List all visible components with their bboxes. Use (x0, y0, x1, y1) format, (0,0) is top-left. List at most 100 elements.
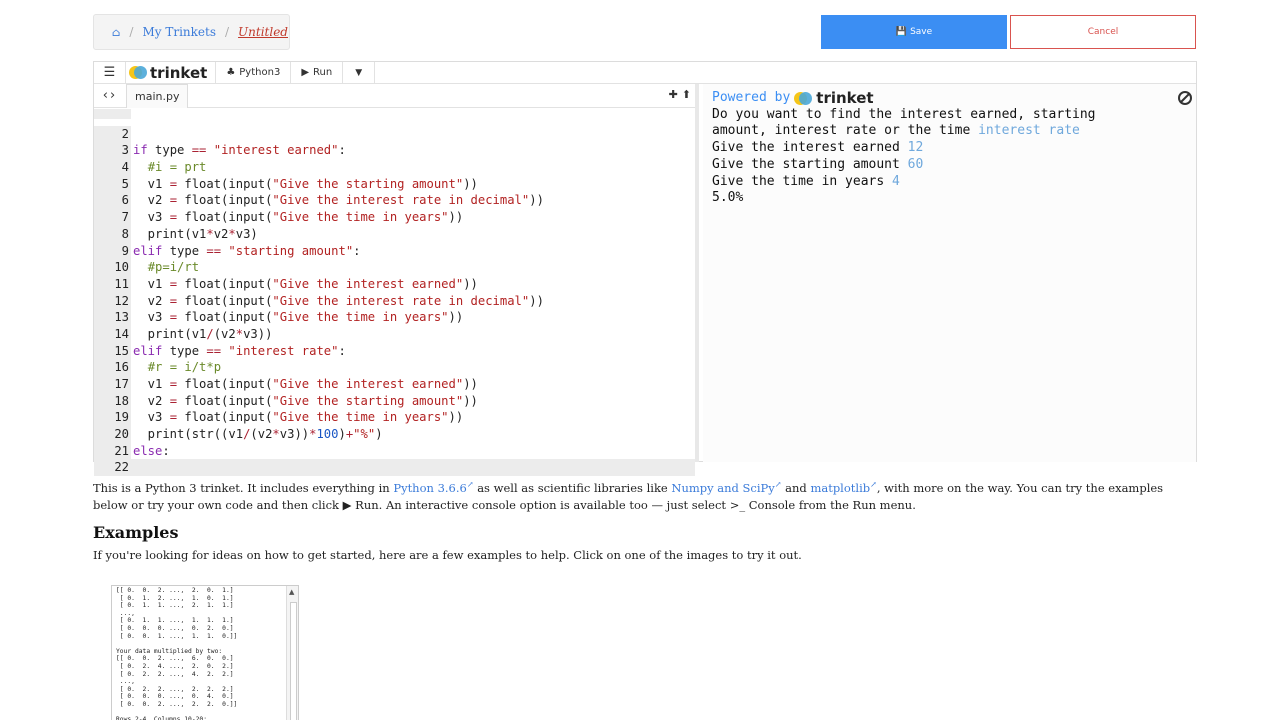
save-button[interactable]: 💾 Save (821, 15, 1007, 49)
matplotlib-link[interactable]: matplotlib (810, 481, 870, 495)
output-text: 5.0% (712, 190, 744, 206)
line-number: 21 (94, 442, 131, 460)
tab-main-py[interactable]: main.py (126, 84, 189, 108)
code-text: if type == "interest earned": (133, 143, 346, 158)
code-text: v1 = float(input("Give the interest earn… (133, 276, 478, 291)
line-number: 6 (94, 192, 131, 210)
output-line: Give the time in years 4 (712, 174, 1187, 191)
line-number: 20 (94, 426, 131, 443)
desc-text: . An interactive console option is avail… (378, 497, 730, 512)
home-icon[interactable]: ⌂ (112, 26, 120, 39)
user-input: 60 (907, 156, 924, 172)
code-line: 9 elif type == "starting amount": (94, 242, 695, 260)
code-line: 19 v3 = float(input("Give the time in ye… (94, 409, 695, 427)
line-number: 17 (94, 376, 131, 393)
output-text: Give the time in years (712, 173, 893, 189)
add-file-icon[interactable]: ✚ (669, 88, 678, 101)
numpy-scipy-link[interactable]: Numpy and SciPy (671, 481, 774, 495)
trinket-description: This is a Python 3 trinket. It includes … (93, 476, 1197, 514)
powered-by: Powered by trinket (712, 90, 1187, 107)
code-text: v3 = float(input("Give the time in years… (133, 210, 464, 225)
tab-nav-arrows-icon[interactable]: ‹› (94, 88, 126, 103)
python-version-link[interactable]: Python 3.6.6 (393, 481, 467, 495)
external-link-icon: ↗ (466, 480, 474, 489)
output-line: 5.0% (712, 190, 1187, 207)
line-number: 16 (94, 359, 131, 376)
trinket-toolbar: ☰ trinket ♣ Python3 ▶ Run ▼ (94, 61, 1196, 84)
code-text: elif type == "interest rate": (133, 343, 346, 358)
line-number: 19 (94, 409, 131, 427)
user-input: interest rate (978, 123, 1080, 139)
desc-text: and (781, 480, 811, 495)
code-area[interactable]: 2 3 if type == "interest earned": 4 #i = pr… (94, 109, 695, 477)
file-actions: ✚ ⬆ (669, 88, 691, 101)
output-text: Give the starting amount (712, 156, 908, 172)
output-text: Do you want to find the interest earned,… (712, 106, 1096, 122)
code-line: 18 v2 = float(input("Give the starting a… (94, 392, 695, 410)
hamburger-icon[interactable]: ☰ (94, 61, 126, 84)
desc-text: This is a Python 3 trinket. It includes … (93, 480, 394, 495)
run-label: Run (313, 67, 333, 78)
code-line: 5 v1 = float(input("Give the starting am… (94, 175, 695, 193)
line-number: 4 (94, 159, 131, 176)
code-text: #i = prt (147, 160, 207, 175)
code-text: print(v1*v2*v3) (133, 226, 258, 241)
language-selector[interactable]: ♣ Python3 (216, 61, 292, 84)
examples-help: If you're looking for ideas on how to ge… (93, 548, 802, 562)
external-link-icon: ↗ (870, 480, 877, 489)
code-line: 20 print(str((v1/(v2*v3))*100)+"%") (94, 426, 695, 443)
code-editor-pane: ‹› main.py ✚ ⬆ 2 3 if type == "interest ea… (94, 84, 699, 477)
line-number: 15 (94, 342, 131, 360)
run-menu-dropdown[interactable]: ▼ (343, 61, 376, 84)
line-number: 7 (94, 209, 131, 226)
cancel-button[interactable]: Cancel (1010, 15, 1196, 49)
output-console[interactable]: Powered by trinket Do you want to find t… (703, 84, 1196, 462)
external-link-icon: ↗ (774, 480, 782, 489)
code-text: #r = i/t*p (147, 360, 222, 375)
code-text: v2 = float(input("Give the starting amou… (133, 393, 478, 408)
code-text: else: (133, 443, 170, 458)
trinket-logo-icon (794, 91, 813, 105)
code-line: 2 (94, 125, 695, 143)
line-number: 22 (94, 459, 131, 477)
trinket-logo[interactable]: trinket (126, 61, 217, 84)
save-label: Save (910, 27, 933, 37)
code-line-partial (94, 109, 695, 126)
breadcrumb-my-trinkets[interactable]: My Trinkets (142, 25, 216, 39)
code-text: print(v1/(v2*v3)) (133, 326, 273, 341)
code-line: 3 if type == "interest earned": (94, 142, 695, 160)
code-text: print(str((v1/(v2*v3))*100)+"%") (133, 427, 383, 442)
code-line: 22 (94, 459, 695, 477)
output-line: Do you want to find the interest earned,… (712, 107, 1187, 124)
code-text: v1 = float(input("Give the starting amou… (133, 176, 478, 191)
trinket-brand: trinket (150, 63, 208, 82)
python-icon: ♣ (226, 67, 236, 78)
output-line: Give the interest earned 12 (712, 140, 1187, 157)
user-input: 12 (907, 140, 924, 156)
output-text: Give the interest earned (712, 140, 908, 156)
line-number: 18 (94, 392, 131, 410)
line-number: 10 (94, 259, 131, 276)
code-line: 16 #r = i/t*p (94, 359, 695, 376)
output-text: amount, interest rate or the time (712, 123, 979, 139)
code-line: 4 #i = prt (94, 159, 695, 176)
play-icon: ▶ (301, 67, 310, 78)
code-text: v1 = float(input("Give the interest earn… (133, 377, 478, 391)
trinket-embed: ☰ trinket ♣ Python3 ▶ Run ▼ ‹› main.py ✚… (93, 61, 1197, 477)
line-number: 12 (94, 292, 131, 310)
code-line: 10 #p=i/rt (94, 259, 695, 276)
example-thumbnail[interactable]: [[ 0. 0. 2. ..., 2. 0. 1.] [ 0. 1. 2. ..… (111, 585, 299, 720)
upload-icon[interactable]: ⬆ (682, 88, 691, 101)
line-number: 5 (94, 175, 131, 193)
line-number: 9 (94, 242, 131, 260)
run-button[interactable]: ▶ Run (291, 61, 344, 84)
code-text: elif type == "starting amount": (133, 243, 361, 258)
code-line: 21 else: (94, 442, 695, 460)
code-text: v2 = float(input("Give the interest rate… (133, 293, 544, 308)
code-line: 14 print(v1/(v2*v3)) (94, 325, 695, 343)
line-number: 14 (94, 325, 131, 343)
trinket-title[interactable]: Untitled (238, 25, 288, 39)
clear-output-icon[interactable] (1178, 91, 1192, 105)
code-line: 15 elif type == "interest rate": (94, 342, 695, 360)
thumbnail-scrollbar (286, 586, 298, 720)
